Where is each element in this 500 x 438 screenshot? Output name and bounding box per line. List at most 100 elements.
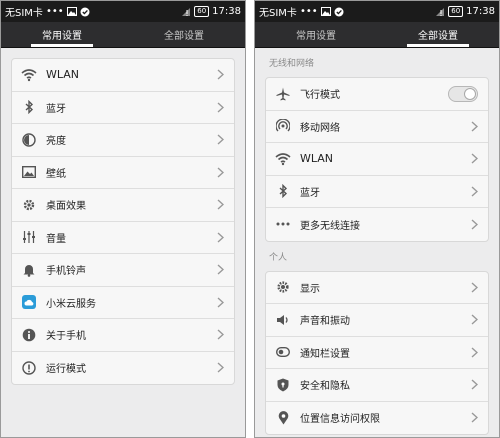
list-item-label: 关于手机 <box>46 331 86 343</box>
cloud-icon <box>20 293 38 311</box>
list-item-ringtone[interactable]: 手机铃声 <box>12 254 234 287</box>
clock: 17:38 <box>212 6 241 17</box>
chevron-right-icon <box>471 121 478 132</box>
list-item-display[interactable]: 显示 <box>266 272 488 304</box>
signal-icon <box>435 7 445 17</box>
wallpaper-icon <box>20 163 38 181</box>
list-item-wlan[interactable]: WLAN <box>12 59 234 92</box>
list-item-notification-bar[interactable]: 通知栏设置 <box>266 337 488 369</box>
list-item-wallpaper[interactable]: 壁纸 <box>12 157 234 189</box>
list-item-airplane-mode[interactable]: 飞行模式 <box>266 78 488 111</box>
list-item-mi-cloud[interactable]: 小米云服务 <box>12 287 234 319</box>
image-icon <box>320 7 331 16</box>
tab-common-settings[interactable]: 常用设置 <box>1 22 123 47</box>
list-item-brightness[interactable]: 亮度 <box>12 124 234 157</box>
notification-icon <box>274 343 292 361</box>
tab-all-settings[interactable]: 全部设置 <box>123 22 245 47</box>
notification-dots: ••• <box>299 6 318 17</box>
list-item-volume[interactable]: 音量 <box>12 222 234 254</box>
settings-tab-bar: 常用设置 全部设置 <box>255 22 499 48</box>
list-item-label: 桌面效果 <box>46 201 86 213</box>
list-item-label: 移动网络 <box>300 122 340 134</box>
list-item-label: 音量 <box>46 233 66 245</box>
list-item-label: 亮度 <box>46 136 66 148</box>
list-item-desktop-effects[interactable]: 桌面效果 <box>12 189 234 222</box>
list-item-label: WLAN <box>300 152 334 166</box>
tab-all-settings[interactable]: 全部设置 <box>377 22 499 47</box>
gear-icon <box>20 196 38 214</box>
shield-icon <box>274 376 292 394</box>
chevron-right-icon <box>471 314 478 325</box>
list-item-label: 位置信息访问权限 <box>300 414 380 426</box>
list-item-sound-vibration[interactable]: 声音和振动 <box>266 304 488 337</box>
list-item-label: 更多无线连接 <box>300 220 360 232</box>
carrier-text: 无SIM卡 <box>5 8 43 19</box>
run-mode-icon <box>20 359 38 377</box>
list-item-label: 声音和振动 <box>300 316 350 328</box>
chevron-right-icon <box>217 102 224 113</box>
list-item-label: 运行模式 <box>46 364 86 376</box>
chevron-right-icon <box>471 153 478 164</box>
section-title-personal: 个人 <box>269 252 288 263</box>
chevron-right-icon <box>471 282 478 293</box>
signal-icon <box>181 7 191 17</box>
volume-sliders-icon <box>20 228 38 246</box>
carrier-text: 无SIM卡 <box>259 8 297 19</box>
list-item-wlan[interactable]: WLAN <box>266 143 488 176</box>
bell-icon <box>20 261 38 279</box>
location-icon <box>274 409 292 427</box>
list-item-label: 安全和隐私 <box>300 381 350 393</box>
tab-common-settings[interactable]: 常用设置 <box>255 22 377 47</box>
list-item-location-access[interactable]: 位置信息访问权限 <box>266 402 488 435</box>
chevron-right-icon <box>217 232 224 243</box>
bluetooth-icon <box>20 98 38 116</box>
more-dots-icon <box>274 215 292 233</box>
mobile-network-icon <box>274 117 292 135</box>
list-item-about-phone[interactable]: 关于手机 <box>12 319 234 352</box>
list-item-mobile-network[interactable]: 移动网络 <box>266 111 488 143</box>
wireless-settings-list: 飞行模式 移动网络 WLAN 蓝牙 更多无线连接 <box>265 77 489 242</box>
chevron-right-icon <box>217 134 224 145</box>
list-item-bluetooth[interactable]: 蓝牙 <box>12 92 234 124</box>
list-item-label: 飞行模式 <box>300 90 340 102</box>
brightness-icon <box>20 131 38 149</box>
wifi-icon <box>274 150 292 168</box>
battery-indicator: 60 <box>448 6 464 17</box>
phone-screen-common-settings: 无SIM卡 ••• 60 17:38 常用设置 全部设置 WLAN 蓝牙 亮度 … <box>0 0 246 438</box>
list-item-more-wireless[interactable]: 更多无线连接 <box>266 208 488 241</box>
settings-tab-bar: 常用设置 全部设置 <box>1 22 245 48</box>
common-settings-list: WLAN 蓝牙 亮度 壁纸 桌面效果 音量 手机铃声 小米云服务 关于手机 运行… <box>11 58 235 385</box>
check-circle-icon <box>80 7 90 17</box>
chevron-right-icon <box>471 379 478 390</box>
chevron-right-icon <box>217 264 224 275</box>
image-icon <box>66 7 77 16</box>
chevron-right-icon <box>217 69 224 80</box>
section-title-wireless: 无线和网络 <box>269 59 315 69</box>
notification-dots: ••• <box>45 6 64 17</box>
chevron-right-icon <box>471 186 478 197</box>
status-bar: 无SIM卡 ••• 60 17:38 <box>1 1 245 22</box>
wifi-icon <box>20 66 38 84</box>
display-icon <box>274 278 292 296</box>
bluetooth-icon <box>274 182 292 200</box>
sound-icon <box>274 311 292 329</box>
chevron-right-icon <box>217 167 224 178</box>
personal-settings-list: 显示 声音和振动 通知栏设置 安全和隐私 位置信息访问权限 <box>265 270 489 435</box>
chevron-right-icon <box>217 297 224 308</box>
list-item-run-mode[interactable]: 运行模式 <box>12 352 234 385</box>
list-item-label: 蓝牙 <box>46 103 66 115</box>
airplane-icon <box>274 85 292 103</box>
list-item-label: 壁纸 <box>46 168 66 180</box>
clock: 17:38 <box>466 6 495 17</box>
list-item-label: 蓝牙 <box>300 187 320 199</box>
status-bar: 无SIM卡 ••• 60 17:38 <box>255 1 499 22</box>
airplane-mode-toggle[interactable] <box>448 85 478 102</box>
list-item-label: 小米云服务 <box>46 298 96 310</box>
chevron-right-icon <box>471 412 478 423</box>
chevron-right-icon <box>471 219 478 230</box>
info-icon <box>20 326 38 344</box>
list-item-label: 通知栏设置 <box>300 348 350 360</box>
list-item-bluetooth[interactable]: 蓝牙 <box>266 176 488 208</box>
chevron-right-icon <box>217 329 224 340</box>
list-item-security-privacy[interactable]: 安全和隐私 <box>266 369 488 402</box>
